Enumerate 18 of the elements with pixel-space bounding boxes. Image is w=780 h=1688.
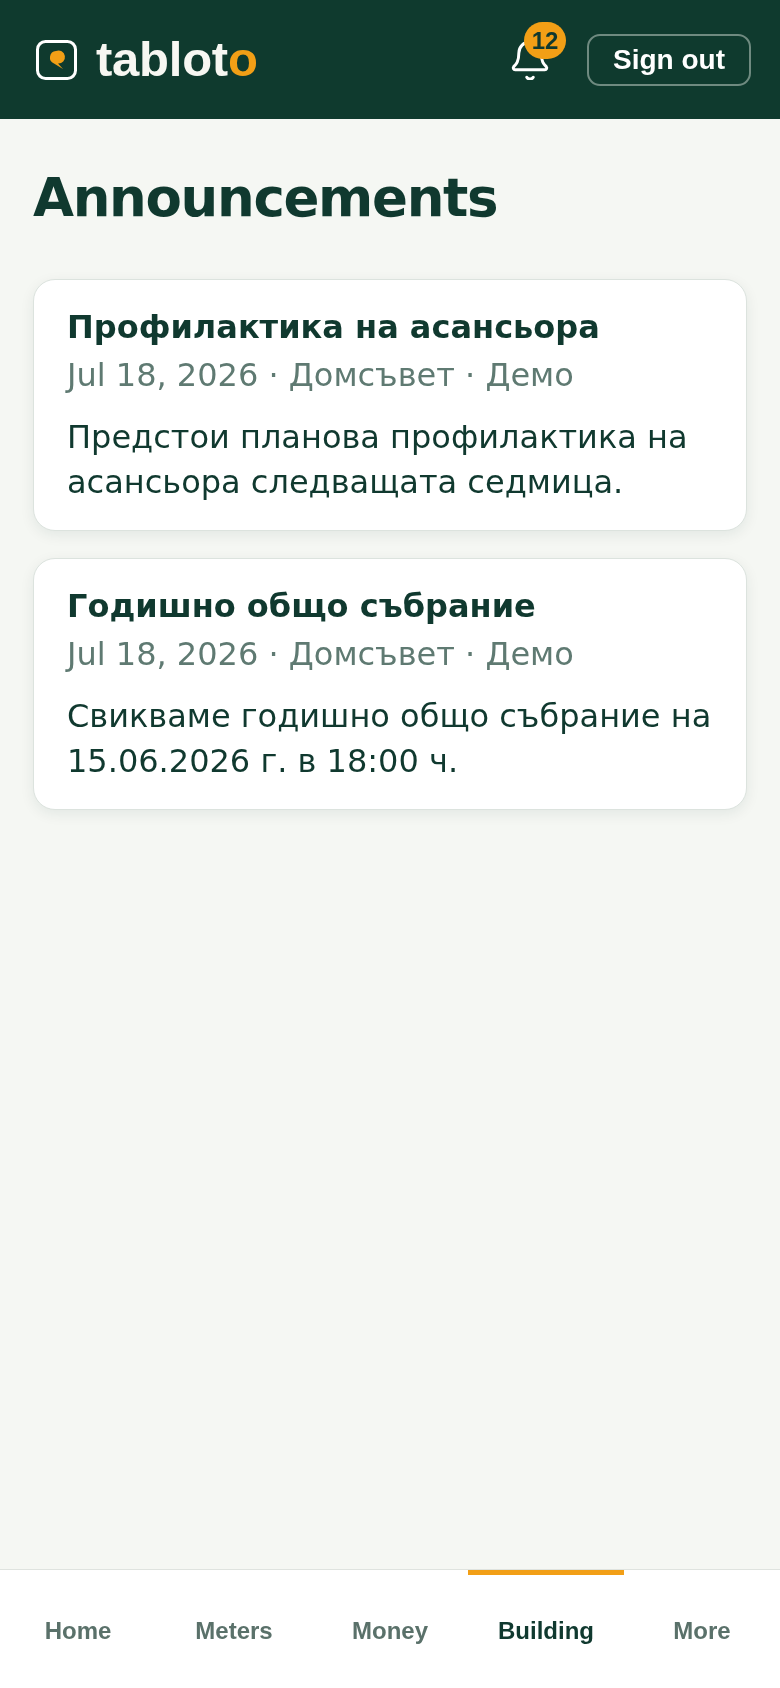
nav-tab[interactable]: Meters bbox=[156, 1570, 312, 1688]
nav-tab[interactable]: Home bbox=[0, 1570, 156, 1688]
announcement-body: Предстои планова профилактика на асансьора следващата седмица. bbox=[67, 417, 689, 503]
nav-tab[interactable]: Money bbox=[312, 1570, 468, 1688]
nav-tab[interactable]: Building bbox=[468, 1570, 624, 1688]
announcement-meta: Jul 18, 2026 · Домсъвет · Демо bbox=[67, 355, 575, 396]
announcement-card[interactable]: Профилактика на асансьора Jul 18, 2026 · Домсъвет · Демо Предстои планова профилактика на асансьора следващата седмица. bbox=[33, 279, 747, 531]
announcement-body: Свикваме годишно общо събрание на 15.06.2026 г. в 18:00 ч. bbox=[67, 696, 713, 782]
page-title: Announcements bbox=[33, 166, 499, 230]
announcement-meta: Jul 18, 2026 · Домсъвет · Демо bbox=[67, 634, 575, 675]
announcement-title: Годишно общо събрание bbox=[67, 586, 537, 627]
announcement-title: Профилактика на асансьора bbox=[67, 307, 601, 348]
notification-badge: 12 bbox=[524, 21, 566, 59]
sign-out-button[interactable]: Sign out bbox=[587, 33, 751, 86]
logo-wordmark: tabloto bbox=[96, 35, 258, 84]
announcement-card[interactable]: Годишно общо събрание Jul 18, 2026 · Домсъвет · Демо Свикваме годишно общо събрание на 15.06.2026 г. в 18:00 ч. bbox=[33, 558, 747, 810]
logo-icon bbox=[36, 40, 77, 80]
nav-tab[interactable]: More bbox=[624, 1570, 780, 1688]
